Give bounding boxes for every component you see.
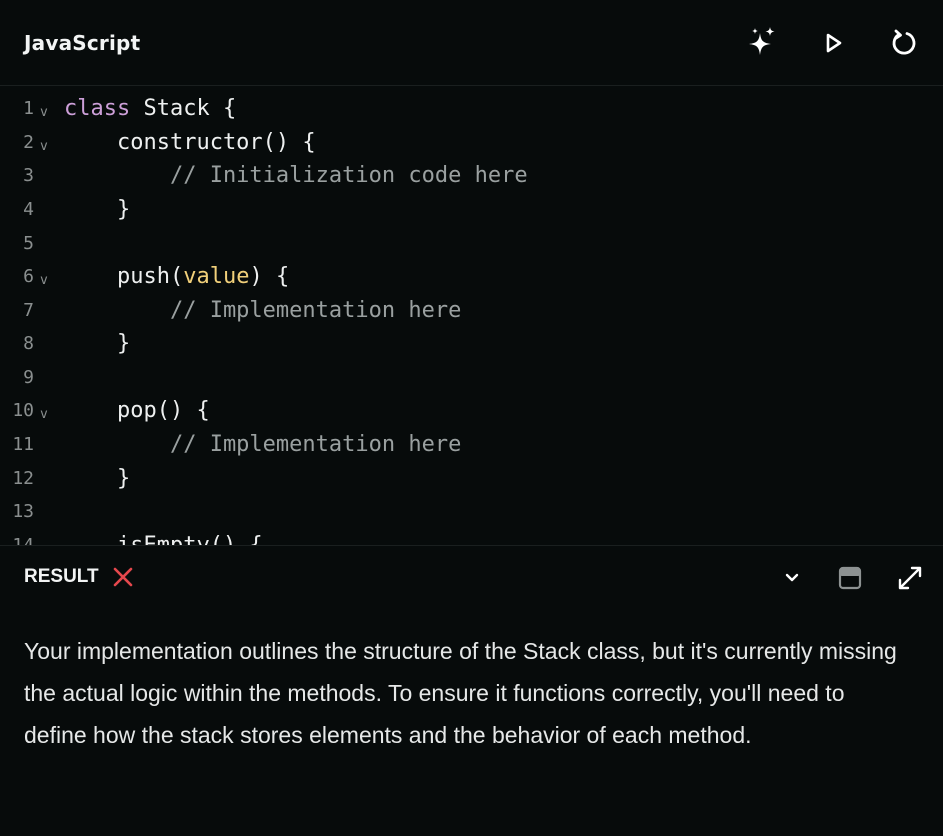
code-line: 7 // Implementation here bbox=[0, 294, 943, 328]
expand-icon bbox=[898, 566, 922, 590]
refresh-icon bbox=[892, 29, 916, 55]
expand-button[interactable] bbox=[896, 564, 924, 592]
line-number: 10 bbox=[12, 400, 34, 421]
code-challenge-app: JavaScript 1 v class Stack {2 v constru… bbox=[0, 0, 943, 836]
code-line: 6 v push(value) { bbox=[0, 260, 943, 294]
editor-header: JavaScript bbox=[0, 0, 943, 86]
line-number: 5 bbox=[23, 233, 34, 254]
code-text: pop() { bbox=[64, 398, 210, 423]
code-line: 9 bbox=[0, 361, 943, 395]
ai-assist-button[interactable] bbox=[746, 27, 778, 59]
code-line: 2 v constructor() { bbox=[0, 126, 943, 160]
code-line: 14 v isEmpty() { bbox=[0, 529, 943, 545]
dock-panel-button[interactable] bbox=[836, 564, 864, 592]
code-line: 12 } bbox=[0, 462, 943, 496]
code-line: 13 bbox=[0, 495, 943, 529]
sparkle-icon bbox=[749, 27, 775, 55]
line-number: 1 bbox=[23, 98, 34, 119]
fold-chevron-icon[interactable]: v bbox=[40, 96, 48, 130]
line-number: 9 bbox=[23, 367, 34, 388]
error-x-icon bbox=[113, 567, 133, 587]
code-text: class Stack { bbox=[64, 96, 237, 121]
line-number: 7 bbox=[23, 300, 34, 321]
line-number: 3 bbox=[23, 165, 34, 186]
fold-chevron-icon[interactable]: v bbox=[40, 398, 48, 432]
code-text: constructor() { bbox=[64, 130, 316, 155]
code-line: 3 // Initialization code here bbox=[0, 159, 943, 193]
code-line: 1 v class Stack { bbox=[0, 92, 943, 126]
result-panel-header: RESULT bbox=[0, 545, 943, 607]
code-text: } bbox=[64, 466, 131, 491]
code-line: 5 bbox=[0, 227, 943, 261]
code-editor[interactable]: 1 v class Stack { 2 v constructor() { 3 … bbox=[0, 87, 943, 545]
code-comment: // Initialization code here bbox=[64, 163, 528, 188]
chevron-down-icon bbox=[785, 573, 799, 582]
code-line: 8 } bbox=[0, 327, 943, 361]
code-comment: // Implementation here bbox=[64, 432, 462, 457]
fold-chevron-icon[interactable]: v bbox=[40, 533, 48, 545]
run-button[interactable] bbox=[818, 27, 850, 59]
result-message: Your implementation outlines the structu… bbox=[24, 638, 897, 748]
line-number: 4 bbox=[23, 199, 34, 220]
code-text: } bbox=[64, 331, 131, 356]
code-line: 11 // Implementation here bbox=[0, 428, 943, 462]
panel-layout-icon bbox=[838, 566, 862, 590]
code-line: 4 } bbox=[0, 193, 943, 227]
line-number: 14 bbox=[0, 529, 34, 545]
collapse-result-button[interactable] bbox=[778, 564, 806, 592]
code-line: 10 v pop() { bbox=[0, 394, 943, 428]
language-label: JavaScript bbox=[24, 31, 141, 55]
reset-button[interactable] bbox=[888, 27, 920, 59]
line-number: 2 bbox=[23, 132, 34, 153]
code-text: push(value) { bbox=[64, 264, 290, 289]
line-number: 8 bbox=[23, 333, 34, 354]
code-text: } bbox=[64, 197, 131, 222]
line-number: 6 bbox=[23, 266, 34, 287]
line-number: 12 bbox=[12, 468, 34, 489]
play-icon bbox=[826, 33, 842, 53]
fold-chevron-icon[interactable]: v bbox=[40, 264, 48, 298]
line-number: 11 bbox=[12, 434, 34, 455]
result-label: RESULT bbox=[24, 566, 99, 587]
code-text: isEmpty() { bbox=[64, 529, 263, 545]
line-number: 13 bbox=[12, 501, 34, 522]
code-comment: // Implementation here bbox=[64, 298, 462, 323]
